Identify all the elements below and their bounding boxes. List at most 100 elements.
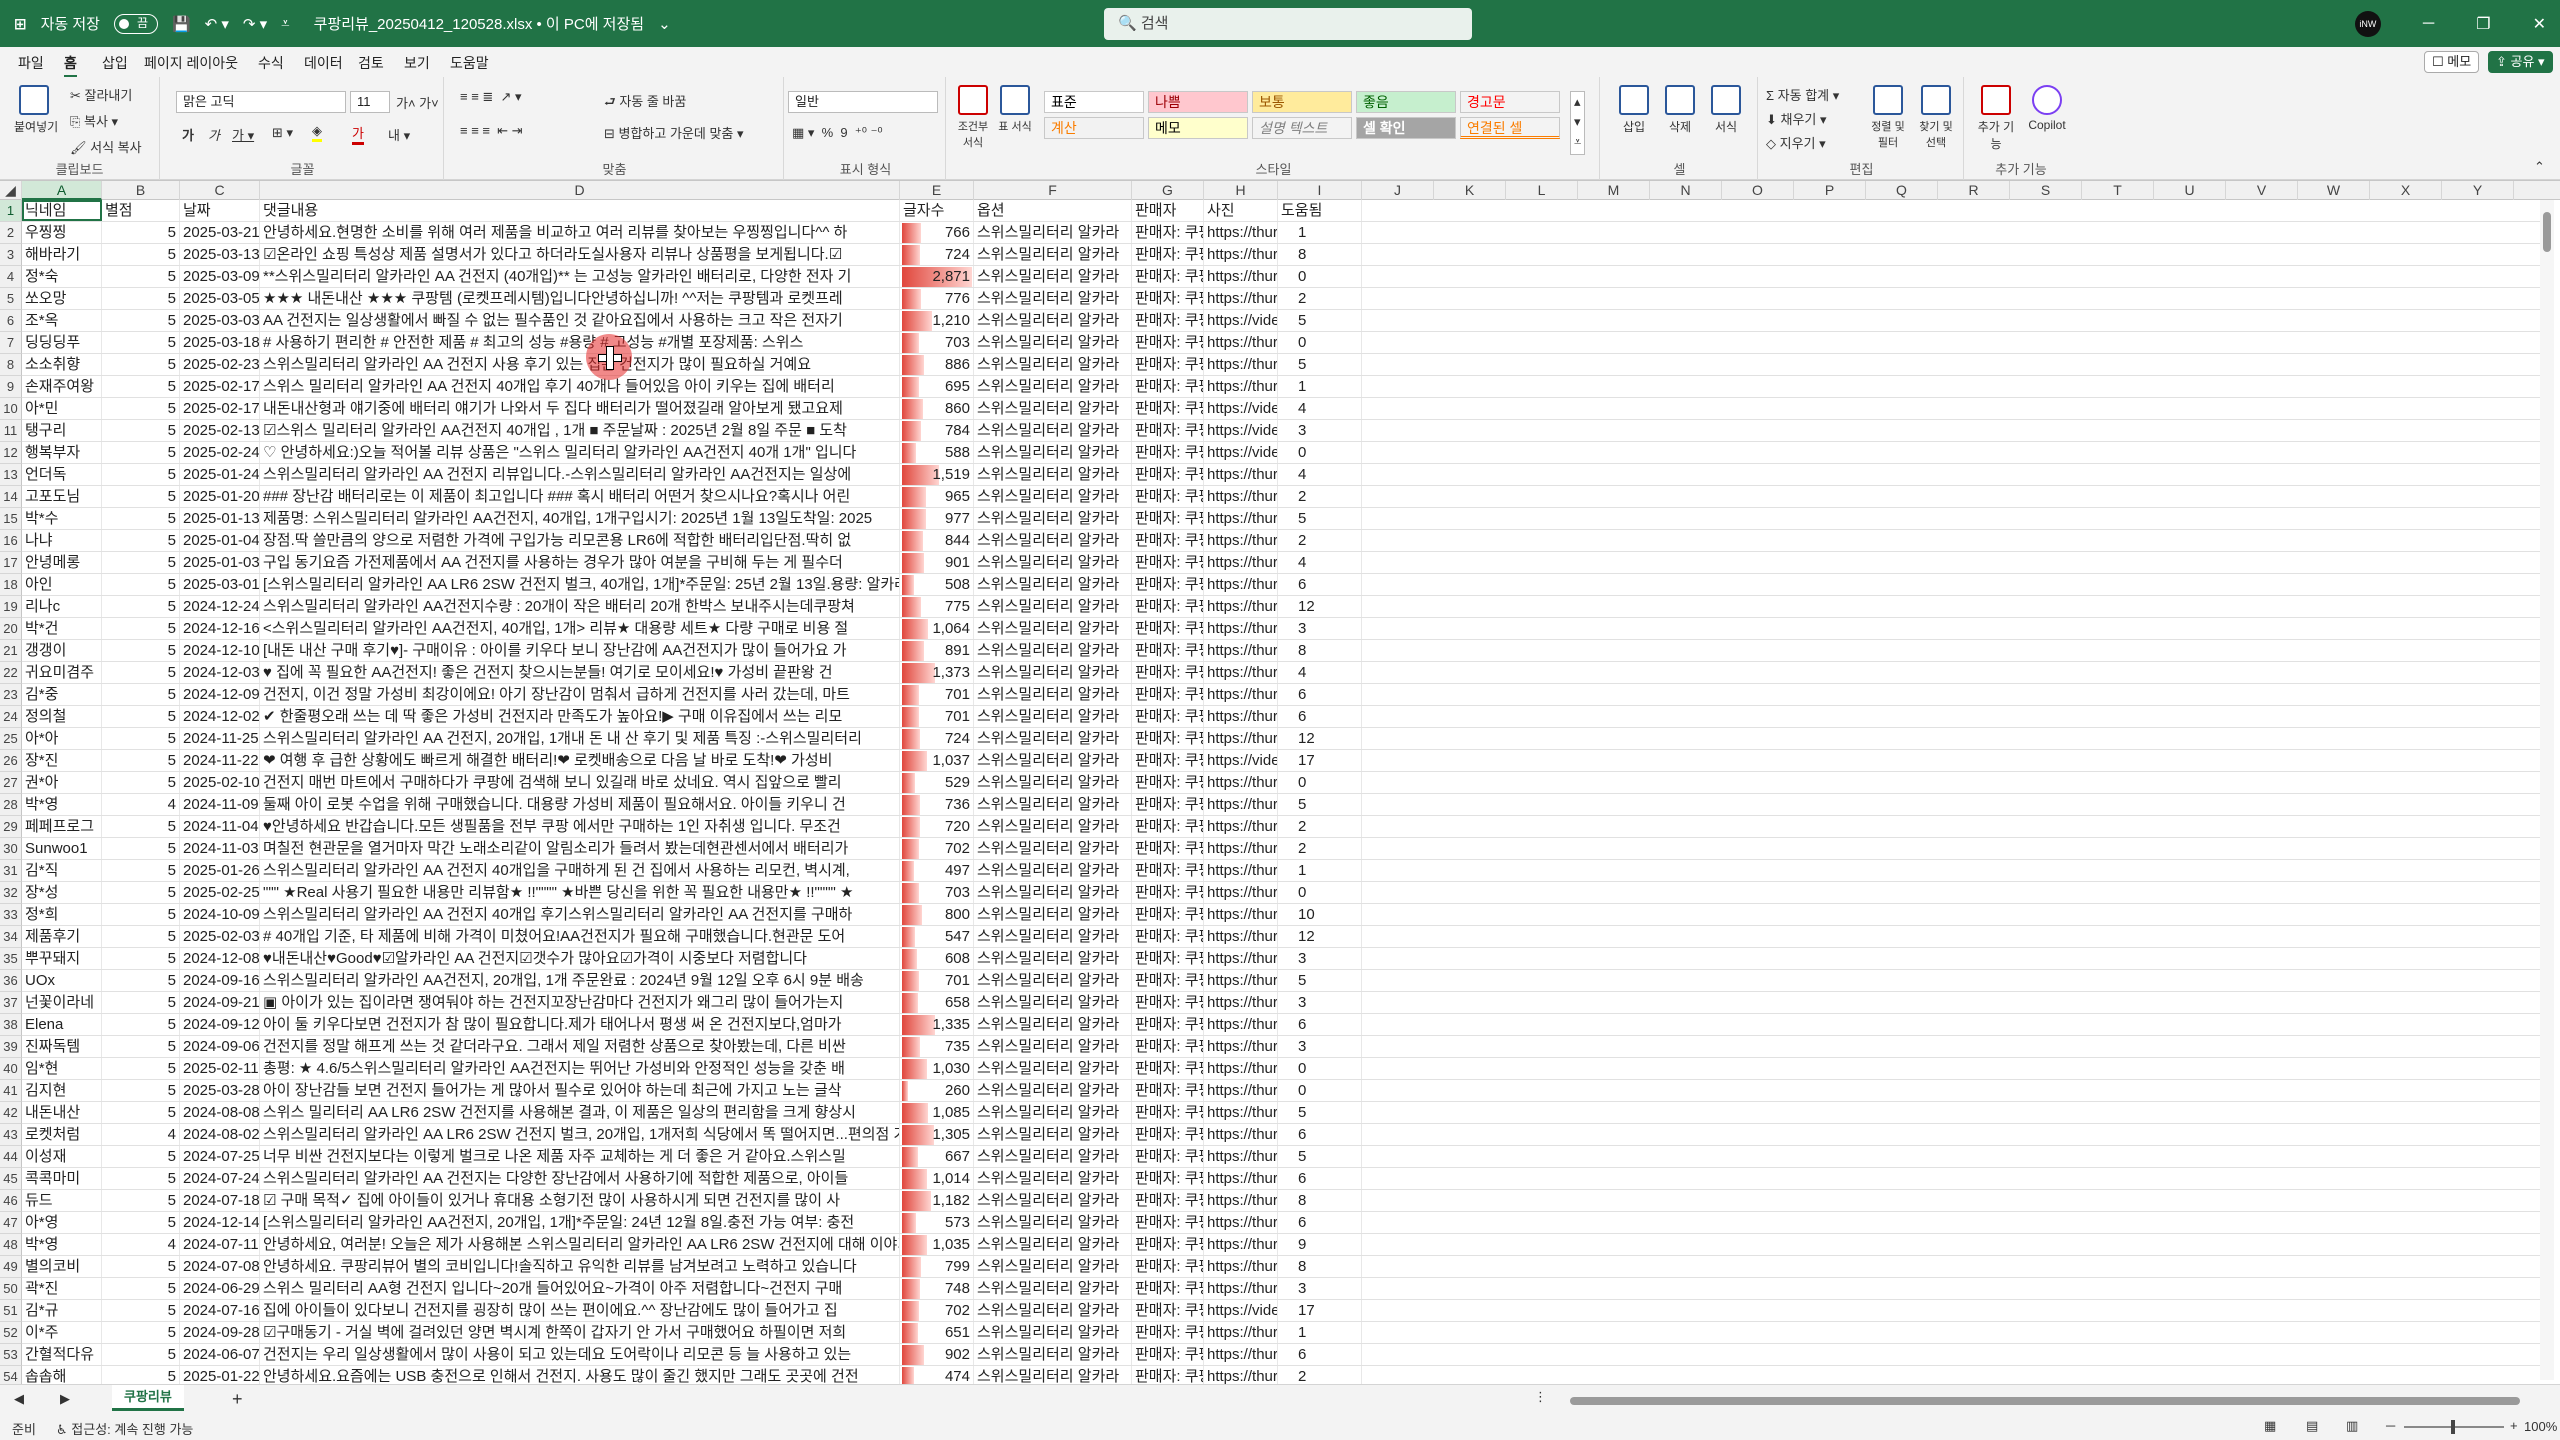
- row-header[interactable]: 40: [0, 1058, 22, 1080]
- cell-C27[interactable]: 2025-02-10: [180, 772, 260, 793]
- cell-E27[interactable]: 529: [900, 772, 974, 793]
- cell-I28[interactable]: 5: [1278, 794, 1362, 815]
- cell-F52[interactable]: 스위스밀리터리 알카라: [974, 1322, 1132, 1343]
- cell-C9[interactable]: 2025-02-17: [180, 376, 260, 397]
- cell-I9[interactable]: 1: [1278, 376, 1362, 397]
- cell-D25[interactable]: 스위스밀리터리 알카라인 AA 건전지, 20개입, 1개내 돈 내 산 후기 …: [260, 728, 900, 749]
- cell-D43[interactable]: 스위스밀리터리 알카라인 AA LR6 2SW 건전지 벌크, 20개입, 1개…: [260, 1124, 900, 1145]
- cell-D29[interactable]: ♥안녕하세요 반갑습니다.모든 생필품을 전부 쿠팡 에서만 구매하는 1인 자…: [260, 816, 900, 837]
- cell-A32[interactable]: 장*성: [22, 882, 102, 903]
- tab-home[interactable]: 홈: [64, 53, 77, 78]
- row-header[interactable]: 4: [0, 266, 22, 288]
- cell-I48[interactable]: 9: [1278, 1234, 1362, 1255]
- wrap-text-button[interactable]: ⮐ 자동 줄 바꿈: [604, 91, 686, 115]
- cell-A49[interactable]: 별의코비: [22, 1256, 102, 1277]
- cell-F19[interactable]: 스위스밀리터리 알카라: [974, 596, 1132, 617]
- cell-F6[interactable]: 스위스밀리터리 알카라: [974, 310, 1132, 331]
- cell-C16[interactable]: 2025-01-04: [180, 530, 260, 551]
- cell-C30[interactable]: 2024-11-03: [180, 838, 260, 859]
- cell-H47[interactable]: https://thur: [1204, 1212, 1278, 1233]
- cell-I14[interactable]: 2: [1278, 486, 1362, 507]
- cell-E32[interactable]: 703: [900, 882, 974, 903]
- cell-H25[interactable]: https://thur: [1204, 728, 1278, 749]
- column-header-C[interactable]: C: [180, 181, 260, 200]
- cell-D47[interactable]: [스위스밀리터리 알카라인 AA건전지, 20개입, 1개]*주문일: 24년 …: [260, 1212, 900, 1233]
- sheet-nav-next-icon[interactable]: ▶: [60, 1391, 70, 1407]
- cell-H42[interactable]: https://thur: [1204, 1102, 1278, 1123]
- cell-I44[interactable]: 5: [1278, 1146, 1362, 1167]
- cell-I1[interactable]: 도움됨: [1278, 200, 1362, 221]
- maximize-button[interactable]: ❐: [2476, 14, 2490, 34]
- cell-C19[interactable]: 2024-12-24: [180, 596, 260, 617]
- cell-B39[interactable]: 5: [102, 1036, 180, 1057]
- cell-A6[interactable]: 조*옥: [22, 310, 102, 331]
- cell-F23[interactable]: 스위스밀리터리 알카라: [974, 684, 1132, 705]
- column-header-Q[interactable]: Q: [1866, 181, 1938, 200]
- row-header[interactable]: 50: [0, 1278, 22, 1300]
- minimize-button[interactable]: ─: [2423, 15, 2434, 33]
- cell-D19[interactable]: 스위스밀리터리 알카라인 AA건전지수량 : 20개이 작은 배터리 20개 한…: [260, 596, 900, 617]
- cell-G21[interactable]: 판매자: 쿠팡: [1132, 640, 1204, 661]
- cell-B19[interactable]: 5: [102, 596, 180, 617]
- cell-F34[interactable]: 스위스밀리터리 알카라: [974, 926, 1132, 947]
- cell-B40[interactable]: 5: [102, 1058, 180, 1079]
- cell-C47[interactable]: 2024-12-14: [180, 1212, 260, 1233]
- tab-insert[interactable]: 삽입: [102, 53, 128, 73]
- cell-G27[interactable]: 판매자: 쿠팡: [1132, 772, 1204, 793]
- row-header[interactable]: 9: [0, 376, 22, 398]
- cell-A16[interactable]: 나냐: [22, 530, 102, 551]
- cell-A3[interactable]: 해바라기: [22, 244, 102, 265]
- cell-G45[interactable]: 판매자: 쿠팡: [1132, 1168, 1204, 1189]
- cell-G30[interactable]: 판매자: 쿠팡: [1132, 838, 1204, 859]
- cell-B2[interactable]: 5: [102, 222, 180, 243]
- cell-I49[interactable]: 8: [1278, 1256, 1362, 1277]
- cell-I33[interactable]: 10: [1278, 904, 1362, 925]
- cell-B50[interactable]: 5: [102, 1278, 180, 1299]
- cell-F21[interactable]: 스위스밀리터리 알카라: [974, 640, 1132, 661]
- accessibility-status[interactable]: ♿ 접근성: 계속 진행 가능: [56, 1419, 193, 1438]
- cell-C33[interactable]: 2024-10-09: [180, 904, 260, 925]
- cell-I21[interactable]: 8: [1278, 640, 1362, 661]
- row-header[interactable]: 38: [0, 1014, 22, 1036]
- cell-H33[interactable]: https://thur: [1204, 904, 1278, 925]
- cell-B11[interactable]: 5: [102, 420, 180, 441]
- cell-E30[interactable]: 702: [900, 838, 974, 859]
- cell-G9[interactable]: 판매자: 쿠팡: [1132, 376, 1204, 397]
- cell-G12[interactable]: 판매자: 쿠팡: [1132, 442, 1204, 463]
- cell-E42[interactable]: 1,085: [900, 1102, 974, 1123]
- cell-I16[interactable]: 2: [1278, 530, 1362, 551]
- cell-I27[interactable]: 0: [1278, 772, 1362, 793]
- fill-button[interactable]: ⬇ 채우기 ▾: [1766, 109, 1827, 128]
- cell-A10[interactable]: 아*민: [22, 398, 102, 419]
- cell-I43[interactable]: 6: [1278, 1124, 1362, 1145]
- cell-I24[interactable]: 6: [1278, 706, 1362, 727]
- column-header-W[interactable]: W: [2298, 181, 2370, 200]
- cell-A26[interactable]: 장*진: [22, 750, 102, 771]
- cell-F30[interactable]: 스위스밀리터리 알카라: [974, 838, 1132, 859]
- cell-H30[interactable]: https://thur: [1204, 838, 1278, 859]
- cell-E51[interactable]: 702: [900, 1300, 974, 1321]
- cell-F35[interactable]: 스위스밀리터리 알카라: [974, 948, 1132, 969]
- fill-color-button[interactable]: ◈: [312, 123, 322, 142]
- cell-E49[interactable]: 799: [900, 1256, 974, 1277]
- number-format-select[interactable]: 일반: [788, 91, 938, 113]
- cell-I12[interactable]: 0: [1278, 442, 1362, 463]
- cell-A15[interactable]: 박*수: [22, 508, 102, 529]
- cell-E7[interactable]: 703: [900, 332, 974, 353]
- column-header-G[interactable]: G: [1132, 181, 1204, 200]
- cell-A41[interactable]: 김지현: [22, 1080, 102, 1101]
- cell-A47[interactable]: 아*영: [22, 1212, 102, 1233]
- cell-C5[interactable]: 2025-03-05: [180, 288, 260, 309]
- cell-H50[interactable]: https://thur: [1204, 1278, 1278, 1299]
- cell-I11[interactable]: 3: [1278, 420, 1362, 441]
- cell-E1[interactable]: 글자수: [900, 200, 974, 221]
- cell-C40[interactable]: 2025-02-11: [180, 1058, 260, 1079]
- cell-D39[interactable]: 건전지를 정말 해프게 쓰는 것 같더라구요. 그래서 제일 저렴한 상품으로 …: [260, 1036, 900, 1057]
- cell-G53[interactable]: 판매자: 쿠팡: [1132, 1344, 1204, 1365]
- cell-H11[interactable]: https://vide: [1204, 420, 1278, 441]
- cell-E12[interactable]: 588: [900, 442, 974, 463]
- cell-A40[interactable]: 임*현: [22, 1058, 102, 1079]
- cell-I13[interactable]: 4: [1278, 464, 1362, 485]
- cell-I32[interactable]: 0: [1278, 882, 1362, 903]
- cell-G31[interactable]: 판매자: 쿠팡: [1132, 860, 1204, 881]
